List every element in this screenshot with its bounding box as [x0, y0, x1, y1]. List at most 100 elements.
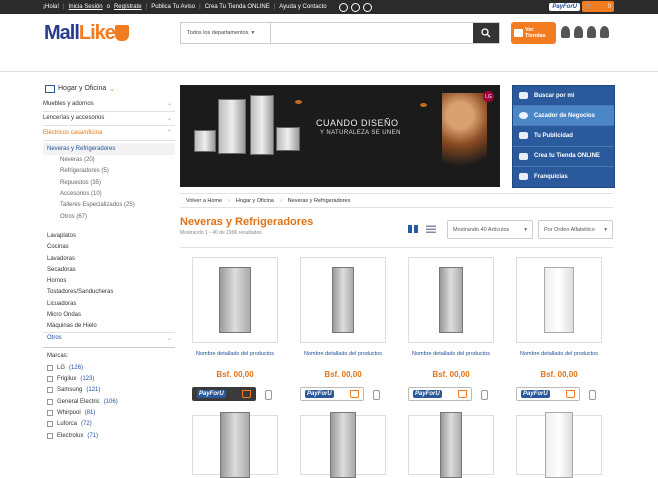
- product-image[interactable]: [408, 257, 494, 343]
- product-card[interactable]: [288, 412, 388, 478]
- brand-filter[interactable]: Electrolux (71): [43, 430, 175, 441]
- sidebar-subitem-active[interactable]: Neveras y Refrigeradores: [43, 142, 175, 155]
- sidebar-other-item[interactable]: Tostadores/Sanducheras: [43, 287, 175, 298]
- sidebar-item-muebles[interactable]: Muebles y adornos ⌄: [43, 97, 175, 112]
- product-name[interactable]: Nombre detallado del productos: [408, 351, 494, 357]
- payforu-buy-button[interactable]: PayForU: [192, 387, 256, 401]
- product-card[interactable]: Nombre detallado del productos Bsf. 00,0…: [180, 255, 280, 415]
- brand-filter[interactable]: General Electric (106): [43, 396, 175, 407]
- cart-icon: [566, 390, 575, 398]
- menu-buscar-por-mi[interactable]: Buscar por mi: [513, 86, 614, 107]
- product-card[interactable]: [396, 412, 496, 478]
- list-view-icon[interactable]: [426, 225, 436, 233]
- per-page-select[interactable]: Mostrando 40 Artículos ▾: [447, 220, 533, 239]
- site-logo[interactable]: MallLike: [44, 22, 129, 45]
- checkbox[interactable]: [47, 398, 53, 405]
- product-name[interactable]: Nombre detallado del productos: [300, 351, 386, 357]
- grid-view-icon[interactable]: [408, 225, 418, 233]
- sidebar-subitem[interactable]: Neveras (20): [43, 155, 175, 166]
- product-price: Bsf. 00,00: [432, 370, 470, 379]
- breadcrumb-category[interactable]: Hogar y Oficina: [236, 198, 274, 204]
- sidebar-other-item[interactable]: Hornos: [43, 275, 175, 286]
- checkbox[interactable]: [47, 410, 53, 417]
- sidebar-other-item[interactable]: Máquinas de Hielo: [43, 321, 175, 332]
- top-bar: ¡Hola! | Inicia Sesión o Regístrate | Pu…: [0, 0, 658, 14]
- brand-filter[interactable]: Frigilux (123): [43, 374, 175, 385]
- product-card[interactable]: Nombre detallado del productos Bsf. 00,0…: [288, 255, 388, 415]
- sidebar-subitem[interactable]: Otros (67): [43, 211, 175, 222]
- promo-banner[interactable]: CUANDO DISEÑO Y NATURALEZA SE UNEN LG: [180, 85, 500, 187]
- sidebar-other-item[interactable]: Secadoras: [43, 264, 175, 275]
- bag-icon[interactable]: [373, 390, 380, 400]
- brand-filter[interactable]: Luforca (72): [43, 419, 175, 430]
- instagram-icon[interactable]: [338, 2, 348, 12]
- product-card[interactable]: [504, 412, 604, 478]
- search-button[interactable]: [473, 23, 499, 43]
- category-title[interactable]: Hogar y Oficina ⌄: [43, 80, 175, 97]
- brand-filter[interactable]: LG (126): [43, 362, 175, 373]
- publish-ad-link[interactable]: Publica Tu Aviso: [151, 4, 195, 10]
- product-image[interactable]: [408, 412, 494, 478]
- menu-franquicias[interactable]: Franquicias: [513, 167, 614, 187]
- product-image[interactable]: [300, 412, 386, 478]
- brand-filter[interactable]: Whirpool (81): [43, 407, 175, 418]
- product-image[interactable]: [516, 257, 602, 343]
- product-image[interactable]: [300, 257, 386, 343]
- create-store-link[interactable]: Crea Tu Tienda ONLINE: [205, 4, 270, 10]
- money-bag-icon[interactable]: [587, 26, 596, 38]
- product-card[interactable]: Nombre detallado del productos Bsf. 00,0…: [504, 255, 604, 415]
- product-name[interactable]: Nombre detallado del productos: [516, 351, 602, 357]
- sidebar-other-item[interactable]: Cocinas: [43, 242, 175, 253]
- checkbox[interactable]: [47, 387, 53, 394]
- sidebar-other-item[interactable]: Licuadoras: [43, 298, 175, 309]
- sidebar-subitem[interactable]: Repuestos (35): [43, 177, 175, 188]
- menu-crea-tu-tienda[interactable]: Crea tu Tienda ONLINE: [513, 147, 614, 167]
- sidebar-other-item[interactable]: Micro Ondas: [43, 309, 175, 320]
- store-icon: [514, 29, 523, 37]
- sidebar-otros[interactable]: Otros ⌄: [43, 331, 175, 343]
- sidebar-item-electricos[interactable]: Eléctricos casa/oficina ⌃: [43, 126, 175, 141]
- sidebar-subitem[interactable]: Accesorios (10): [43, 188, 175, 199]
- breadcrumb-current[interactable]: Neveras y Refrigeradores: [288, 198, 351, 204]
- home-office-icon: [45, 84, 55, 93]
- payforu-buy-button[interactable]: PayForU: [408, 387, 472, 401]
- payforu-buy-button[interactable]: PayForU: [300, 387, 364, 401]
- user-account-icon[interactable]: [574, 26, 583, 38]
- checkbox[interactable]: [47, 432, 53, 439]
- sidebar-subitem[interactable]: Talleres Especializados (25): [43, 200, 175, 211]
- login-link[interactable]: Inicia Sesión: [69, 4, 103, 10]
- register-link[interactable]: Regístrate: [114, 4, 142, 10]
- product-image[interactable]: [516, 412, 602, 478]
- brand-filter[interactable]: Samsung (121): [43, 385, 175, 396]
- sidebar-item-lencerias[interactable]: Lencerías y accesorios ⌄: [43, 112, 175, 126]
- shopping-bag-header-icon[interactable]: [600, 26, 609, 38]
- bag-icon[interactable]: [265, 390, 272, 400]
- product-name[interactable]: Nombre detallado del productos: [192, 351, 278, 357]
- product-image[interactable]: [192, 257, 278, 343]
- sidebar-subitem[interactable]: Refrigeradores (5): [43, 166, 175, 177]
- checkbox[interactable]: [47, 421, 53, 428]
- twitter-icon[interactable]: [350, 2, 360, 12]
- sidebar-other-item[interactable]: Lavaplatos: [43, 230, 175, 241]
- menu-tu-publicidad[interactable]: Tu Publicidad: [513, 126, 614, 147]
- sidebar-other-item[interactable]: Lavadoras: [43, 253, 175, 264]
- cart-button[interactable]: 🛒 0: [582, 1, 614, 12]
- breadcrumb-home[interactable]: Volver a Home: [186, 198, 222, 204]
- ver-tiendas-button[interactable]: Ver Tiendas: [511, 22, 556, 44]
- checkbox[interactable]: [47, 376, 53, 383]
- sort-select[interactable]: Por Orden Alfabético ▾: [538, 220, 613, 239]
- menu-cazador-de-negocios[interactable]: Cazador de Negocios: [513, 106, 614, 127]
- department-select[interactable]: Todos los departamentos ▾: [181, 23, 271, 43]
- payforu-buy-button[interactable]: PayForU: [516, 387, 580, 401]
- user-icon[interactable]: [561, 26, 570, 38]
- search-input[interactable]: [271, 23, 473, 43]
- payforu-logo[interactable]: PayForU: [549, 2, 580, 11]
- help-link[interactable]: Ayuda y Contacto: [279, 4, 326, 10]
- facebook-icon[interactable]: [362, 2, 372, 12]
- product-card[interactable]: [180, 412, 280, 478]
- bag-icon[interactable]: [481, 390, 488, 400]
- checkbox[interactable]: [47, 364, 53, 371]
- product-image[interactable]: [192, 412, 278, 478]
- bag-icon[interactable]: [589, 390, 596, 400]
- product-card[interactable]: Nombre detallado del productos Bsf. 00,0…: [396, 255, 496, 415]
